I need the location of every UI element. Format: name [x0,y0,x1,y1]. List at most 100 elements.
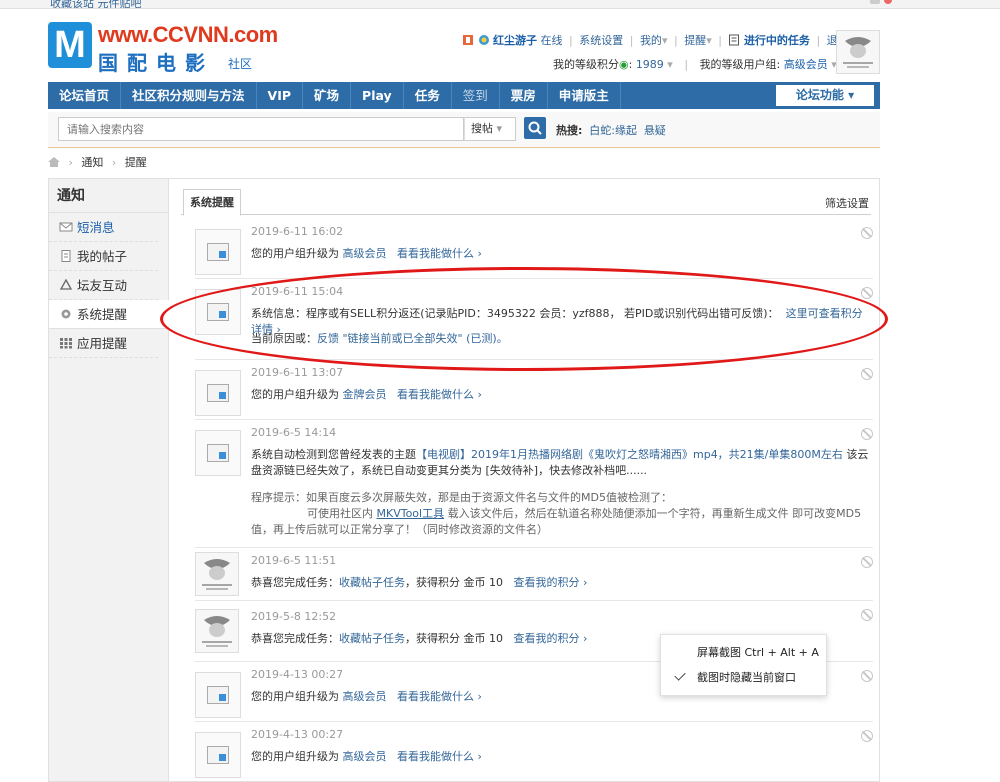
thread-link[interactable]: 【电视剧】2019年1月热播网络剧《鬼吹灯之怒晴湘西》mp4，共21集/单集80… [416,448,843,461]
task-link[interactable]: 收藏帖子任务 [339,632,405,645]
notice-time: 2019-4-13 00:27 [251,728,344,741]
group-label: 我的等级用户组: [699,58,781,71]
delete-icon[interactable] [861,730,873,742]
gear-icon [61,309,71,319]
search-icon [528,121,542,135]
envelope-icon [59,222,73,232]
top-links[interactable]: 收藏该站 元件贴吧 [50,0,142,8]
notice-card-icon [195,672,241,718]
delete-icon[interactable] [861,670,873,682]
notice-item: 2019-4-13 00:27 您的用户组升级为 高级会员 看看我能做什么 › [195,722,873,782]
mkvtool-link[interactable]: MKVTool工具 [377,507,445,520]
tab-system-reminder[interactable]: 系统提醒 [183,189,241,216]
points-label: 我的等级积分 [553,58,619,71]
delete-icon[interactable] [861,609,873,621]
notice-body: 您的用户组升级为 高级会员 看看我能做什么 › [251,750,482,763]
notice-hint: 程序提示：如果百度云多次屏蔽失效，那是由于资源文件名与文件的MD5值被检测了： … [251,491,862,536]
delete-icon[interactable] [861,287,873,299]
sender-avatar[interactable] [195,609,239,653]
notice-item: 2019-6-11 16:02 您的用户组升级为 高级会员 看看我能做什么 › [195,219,873,279]
tab-bar: 系统提醒 筛选设置 [181,189,871,216]
filter-settings-link[interactable]: 筛选设置 [825,195,869,211]
forum-functions-button[interactable]: 论坛功能 ▾ [776,85,874,106]
what-can-i-do-link[interactable]: 看看我能做什么 › [397,690,482,703]
nav-tasks[interactable]: 任务 [404,82,452,109]
user-group-link[interactable]: 金牌会员 [343,388,387,401]
nav-boxoffice[interactable]: 票房 [500,82,548,109]
user-group-link[interactable]: 高级会员 [343,247,387,260]
delete-icon[interactable] [861,368,873,380]
search-row: 搜帖 ▾ 热搜: 白蛇:缘起 悬疑 [48,112,880,148]
breadcrumb-notice[interactable]: 通知 [81,156,103,169]
notice-card-icon [195,229,241,275]
sidebar-item-app-reminder[interactable]: 应用提醒 [49,329,158,358]
notice-body: 您的用户组升级为 高级会员 看看我能做什么 › [251,247,482,260]
user-avatar[interactable] [836,30,880,74]
online-status[interactable]: 在线 [541,34,563,47]
home-icon[interactable] [48,157,60,167]
settings-link[interactable]: 系统设置 [579,34,623,47]
my-menu-link[interactable]: 我的 [640,34,662,47]
avatar-sketch-icon [202,616,232,647]
notice-time: 2019-6-5 11:51 [251,554,337,567]
notice-item: 2019-6-11 15:04 系统信息：程序或有SELL积分返还(记录贴PID… [195,279,873,360]
sidebar-item-system-reminder[interactable]: 系统提醒 [49,300,169,329]
nav-mine[interactable]: 矿场 [303,82,352,109]
nav-checkin[interactable]: 签到 [452,82,500,109]
what-can-i-do-link[interactable]: 看看我能做什么 › [397,247,482,260]
hot-item[interactable]: 悬疑 [644,124,666,137]
delete-icon[interactable] [861,428,873,440]
what-can-i-do-link[interactable]: 看看我能做什么 › [397,388,482,401]
sender-avatar[interactable] [195,552,239,596]
nav-vip[interactable]: VIP [257,82,304,109]
grid-icon [60,338,72,349]
avatar-sketch-icon [843,37,873,68]
mobile-icon[interactable] [870,0,880,4]
weibo-icon[interactable] [884,0,892,4]
ongoing-task-link[interactable]: 进行中的任务 [744,34,810,47]
sidebar-title: 通知 [49,179,168,213]
top-strip: 收藏该站 元件贴吧 [0,0,1000,9]
hot-item[interactable]: 白蛇:缘起 [589,124,637,137]
feedback-reason-link[interactable]: 反馈 "链接当前或已全部失效" (已测)。 [317,332,508,345]
notice-body: 您的用户组升级为 金牌会员 看看我能做什么 › [251,388,482,401]
sidebar-item-my-posts[interactable]: 我的帖子 [49,242,158,271]
nav-apply-moderator[interactable]: 申请版主 [548,82,621,109]
task-link[interactable]: 收藏帖子任务 [339,576,405,589]
sidebar-item-messages[interactable]: 短消息 [49,213,158,242]
delete-icon[interactable] [861,227,873,239]
nav-home[interactable]: 论坛首页 [48,82,122,109]
points-value[interactable]: 1989 [636,58,664,71]
user-info-bar: 红尘游子 在线 | 系统设置 | 我的▾ | 提醒▾ | 进行中的任务 | 退出 [462,32,849,48]
notice-time: 2019-6-11 15:04 [251,285,344,298]
sidebar: 通知 短消息 我的帖子 坛友互动 系统提醒 应用提醒 [48,178,169,782]
user-group-link[interactable]: 高级会员 [343,750,387,763]
notice-body: 恭喜您完成任务：收藏帖子任务，获得积分 金币 10 查看我的积分 › [251,576,588,589]
sidebar-item-interaction[interactable]: 坛友互动 [49,271,158,300]
delete-icon[interactable] [861,556,873,568]
search-button[interactable] [524,117,546,139]
my-points-link[interactable]: 查看我的积分 › [514,632,588,645]
search-type-select[interactable]: 搜帖 ▾ [464,117,516,141]
nav-play[interactable]: Play [351,82,404,109]
notice-card-icon [195,289,241,335]
notice-time: 2019-5-8 12:52 [251,610,337,623]
hot-search: 热搜: 白蛇:缘起 悬疑 [556,124,666,137]
task-icon [729,34,740,46]
site-logo[interactable]: M www.CCVNN.com 国配电影 社区 [48,22,288,75]
my-points-link[interactable]: 查看我的积分 › [514,576,588,589]
reminder-link[interactable]: 提醒 [684,34,706,47]
notice-time: 2019-4-13 00:27 [251,668,344,681]
notice-item: 2019-6-11 13:07 您的用户组升级为 金牌会员 看看我能做什么 › [195,360,873,420]
qq-icon [478,35,489,45]
menu-item-hide-window[interactable]: 截图时隐藏当前窗口 [661,666,828,690]
what-can-i-do-link[interactable]: 看看我能做什么 › [397,750,482,763]
menu-item-screenshot[interactable]: 屏幕截图 Ctrl + Alt + A [661,641,828,665]
avatar-sketch-icon [202,559,232,590]
user-group-link[interactable]: 高级会员 [343,690,387,703]
breadcrumb-current: 提醒 [124,156,147,169]
username-link[interactable]: 红尘游子 [493,34,537,47]
search-input[interactable] [58,117,464,141]
nav-points-rules[interactable]: 社区积分规则与方法 [121,82,257,109]
group-value[interactable]: 高级会员 [784,58,828,71]
